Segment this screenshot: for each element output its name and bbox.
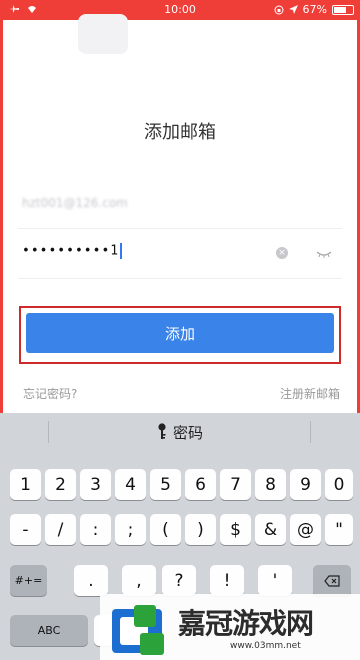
key[interactable]: $ bbox=[220, 514, 251, 545]
backspace-icon bbox=[324, 574, 340, 587]
key[interactable]: ! bbox=[210, 565, 244, 596]
battery-fill bbox=[334, 6, 346, 13]
key[interactable]: 1 bbox=[10, 469, 41, 500]
clear-icon[interactable]: × bbox=[276, 247, 288, 259]
page-title: 添加邮箱 bbox=[144, 122, 216, 143]
key[interactable]: 7 bbox=[220, 469, 251, 500]
text-cursor bbox=[120, 243, 122, 259]
hide-password-icon[interactable] bbox=[316, 249, 332, 259]
key[interactable]: 4 bbox=[115, 469, 146, 500]
symbols-key[interactable]: #+= bbox=[10, 565, 47, 596]
key[interactable]: @ bbox=[290, 514, 321, 545]
screen: 10:00 67% 添加邮箱 hzt001@126.com ••••••••••… bbox=[0, 0, 360, 660]
keyboard-header: 密码 bbox=[0, 413, 360, 451]
watermark-url: www.03mm.net bbox=[230, 641, 301, 651]
key[interactable]: & bbox=[255, 514, 286, 545]
password-field[interactable]: ••••••••••1 bbox=[22, 243, 122, 259]
key[interactable]: " bbox=[325, 514, 353, 545]
watermark-title: 嘉冠游戏网 bbox=[178, 607, 314, 640]
key[interactable]: ; bbox=[115, 514, 146, 545]
email-divider bbox=[18, 228, 342, 229]
email-field[interactable]: hzt001@126.com bbox=[22, 196, 222, 216]
watermark-logo bbox=[112, 605, 164, 655]
keyboard-header-label: 密码 bbox=[172, 423, 203, 442]
app-icon-placeholder bbox=[78, 14, 128, 54]
key[interactable]: 5 bbox=[150, 469, 181, 500]
lock-rotation-icon bbox=[274, 5, 284, 14]
add-button[interactable]: 添加 bbox=[26, 313, 334, 353]
key[interactable]: 2 bbox=[45, 469, 76, 500]
register-link[interactable]: 注册新邮箱 bbox=[280, 385, 340, 402]
key[interactable]: . bbox=[74, 565, 108, 596]
battery-icon bbox=[332, 4, 354, 15]
location-icon bbox=[288, 5, 298, 14]
key[interactable]: ' bbox=[258, 565, 292, 596]
password-value: ••••••••••1 bbox=[22, 243, 120, 259]
battery-percent: 67% bbox=[302, 3, 327, 16]
key[interactable]: 6 bbox=[185, 469, 216, 500]
abc-key[interactable]: ABC bbox=[10, 615, 88, 646]
key[interactable]: 8 bbox=[255, 469, 286, 500]
status-right: 67% bbox=[274, 3, 354, 16]
key[interactable]: / bbox=[45, 514, 76, 545]
key[interactable]: ? bbox=[162, 565, 196, 596]
password-divider bbox=[18, 278, 342, 279]
status-bar: 10:00 67% bbox=[0, 0, 360, 20]
key[interactable]: 9 bbox=[290, 469, 321, 500]
key[interactable]: - bbox=[10, 514, 41, 545]
key[interactable]: ( bbox=[150, 514, 181, 545]
key[interactable]: : bbox=[80, 514, 111, 545]
key[interactable]: , bbox=[122, 565, 156, 596]
backspace-key[interactable] bbox=[313, 565, 351, 596]
key[interactable]: ) bbox=[185, 514, 216, 545]
key[interactable]: 0 bbox=[325, 469, 353, 500]
key[interactable]: 3 bbox=[80, 469, 111, 500]
forgot-password-link[interactable]: 忘记密码? bbox=[23, 385, 77, 402]
key-icon bbox=[158, 423, 166, 439]
